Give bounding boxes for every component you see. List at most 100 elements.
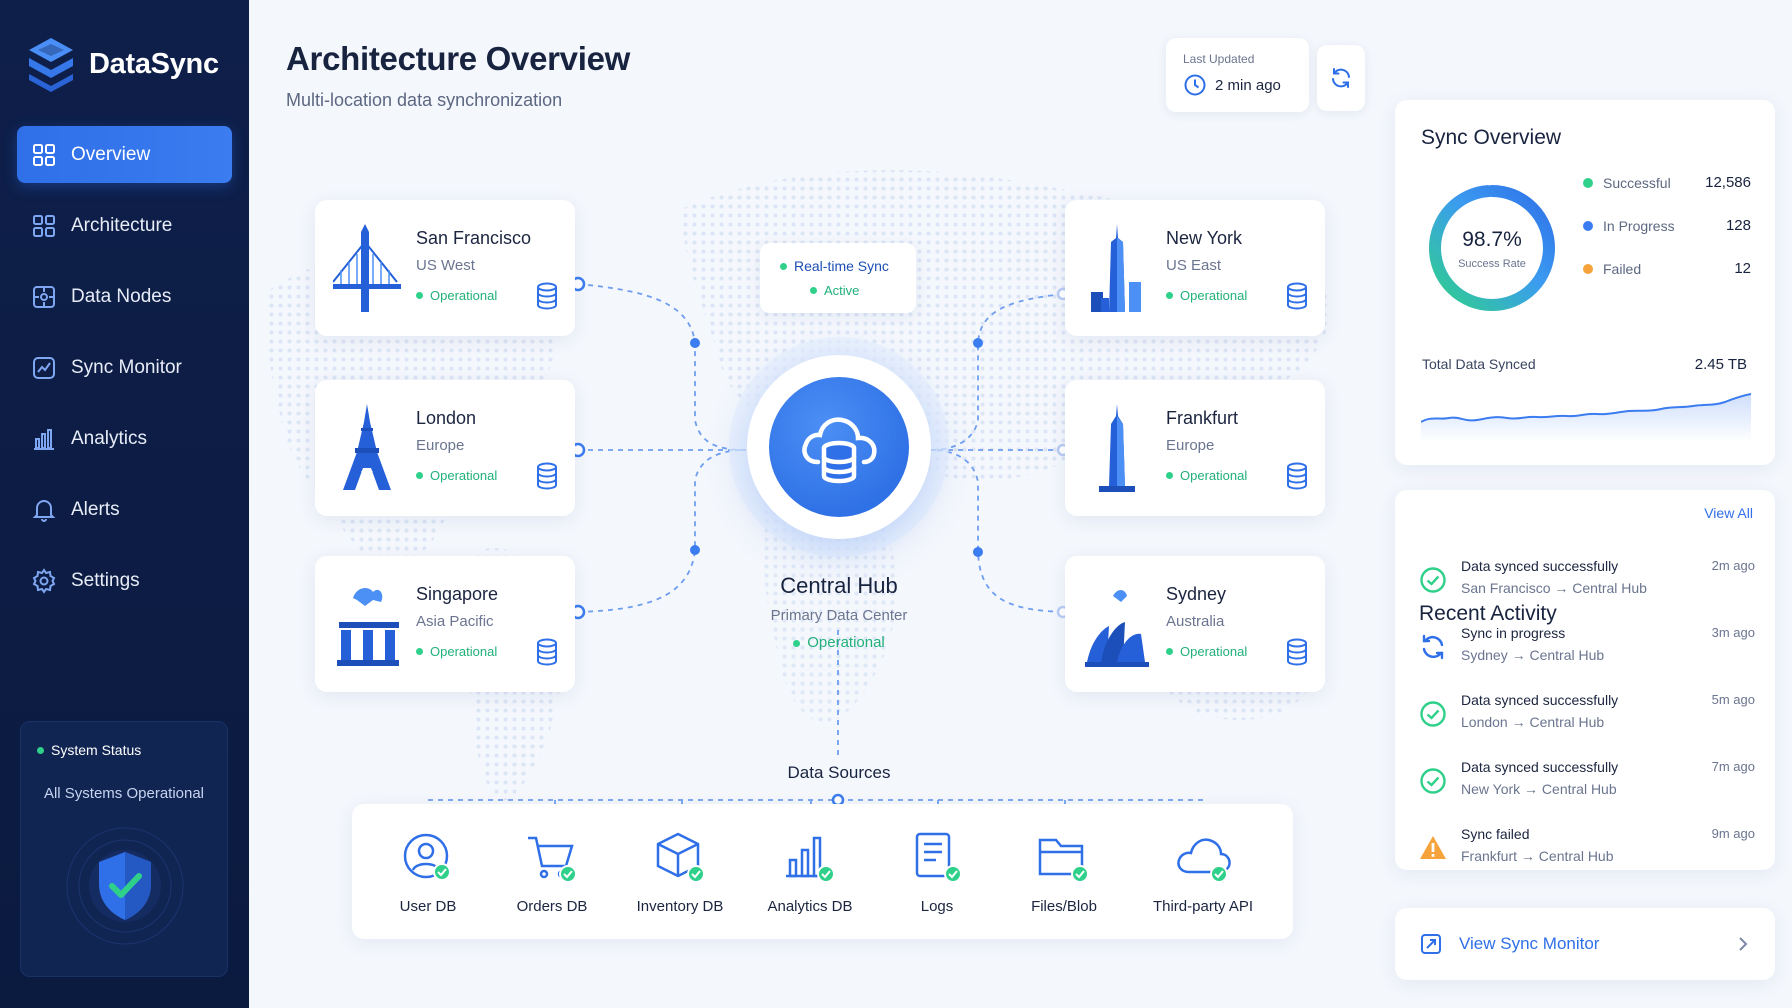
- sidebar-item-settings[interactable]: Settings: [17, 552, 232, 609]
- tower-icon: [1099, 404, 1135, 492]
- data-source-inventory-db[interactable]: Inventory DB: [615, 830, 745, 915]
- sidebar-item-label: Architecture: [71, 214, 173, 236]
- cloud-database-icon: [802, 417, 877, 484]
- central-hub[interactable]: [747, 355, 931, 539]
- data-nodes-icon: [33, 285, 55, 308]
- status-dot: [1166, 292, 1173, 299]
- node-card-frankfurt[interactable]: Frankfurt Europe Operational: [1065, 380, 1325, 516]
- node-status-text: Operational: [430, 288, 498, 303]
- node-status: Operational: [416, 644, 497, 659]
- view-sync-monitor-label: View Sync Monitor: [1459, 934, 1600, 953]
- data-source-orders-db[interactable]: Orders DB: [487, 830, 617, 915]
- activity-title: Sync in progress: [1461, 625, 1566, 641]
- opera-house-icon: [1085, 590, 1149, 667]
- refresh-icon: [1332, 68, 1350, 88]
- sidebar-item-architecture[interactable]: Architecture: [17, 197, 232, 254]
- data-source-third-party-api[interactable]: Third-party API: [1138, 830, 1268, 915]
- singapore-landmark-icon: [337, 588, 399, 666]
- realtime-sync-badge: Real-time Sync Active: [760, 243, 916, 313]
- data-source-analytics-db[interactable]: Analytics DB: [745, 830, 875, 915]
- shield-check-icon: [66, 827, 184, 945]
- database-icon: [1287, 282, 1307, 310]
- view-all-link[interactable]: View All: [1704, 505, 1753, 521]
- last-updated-card: Last Updated 2 min ago: [1166, 38, 1309, 112]
- sidebar-item-overview[interactable]: Overview: [17, 126, 232, 183]
- sidebar-item-alerts[interactable]: Alerts: [17, 481, 232, 538]
- node-name: Frankfurt: [1166, 408, 1239, 428]
- activity-item[interactable]: Data synced successfully London → Centra…: [1419, 692, 1755, 748]
- sync-icon: [1422, 634, 1444, 660]
- status-dot: [780, 262, 787, 270]
- sidebar-item-analytics[interactable]: Analytics: [17, 410, 232, 467]
- gear-icon: [32, 567, 56, 594]
- node-region: Asia Pacific: [416, 613, 494, 630]
- node-name: London: [416, 408, 477, 428]
- sidebar-nav: Overview Architecture Data Nodes Sync Mo…: [17, 126, 232, 623]
- realtime-sync-label-row: Real-time Sync: [780, 258, 889, 274]
- sidebar-item-label: Analytics: [71, 427, 148, 449]
- activity-item[interactable]: Sync failed Frankfurt → Central Hub 9m a…: [1419, 826, 1755, 882]
- node-name: New York: [1166, 228, 1243, 248]
- node-card-london[interactable]: London Europe Operational: [315, 380, 575, 516]
- status-dot: [1166, 472, 1173, 479]
- realtime-sync-label: Real-time Sync: [794, 258, 889, 274]
- system-status-text: All Systems Operational: [43, 785, 205, 802]
- system-status-card: System Status All Systems Operational: [20, 721, 228, 977]
- node-card-new-york[interactable]: New York US East Operational: [1065, 200, 1325, 336]
- activity-title: Data synced successfully: [1461, 558, 1619, 574]
- node-status-text: Operational: [1180, 644, 1248, 659]
- sidebar-item-data-nodes[interactable]: Data Nodes: [17, 268, 232, 325]
- activity-item[interactable]: Sync in progress Sydney → Central Hub 3m…: [1419, 625, 1755, 681]
- node-name: Sydney: [1166, 584, 1227, 604]
- user-icon: [403, 833, 451, 881]
- data-sources-card: User DB Orders DB Inventory DB Analytics…: [352, 804, 1293, 939]
- node-name: San Francisco: [416, 228, 532, 248]
- status-dot: [416, 472, 423, 479]
- activity-item[interactable]: Data synced successfully New York → Cent…: [1419, 759, 1755, 815]
- chevron-right-icon: [1739, 937, 1748, 951]
- data-source-label: Orders DB: [516, 898, 588, 915]
- activity-time: 2m ago: [1711, 558, 1755, 573]
- eiffel-tower-icon: [343, 404, 391, 490]
- clock-icon: [1184, 74, 1206, 96]
- architecture-icon: [33, 214, 55, 237]
- activity-item[interactable]: Data synced successfully San Francisco →…: [1419, 558, 1755, 614]
- sidebar-item-label: Settings: [71, 569, 140, 591]
- data-source-label: Third-party API: [1152, 898, 1254, 915]
- node-card-singapore[interactable]: Singapore Asia Pacific Operational: [315, 556, 575, 692]
- view-sync-monitor-button[interactable]: View Sync Monitor: [1395, 908, 1775, 980]
- data-source-user-db[interactable]: User DB: [363, 830, 493, 915]
- node-region: Australia: [1166, 613, 1225, 630]
- realtime-sync-status: Active: [824, 283, 860, 298]
- node-card-sydney[interactable]: Sydney Australia Operational: [1065, 556, 1325, 692]
- datasync-logo-icon: [29, 38, 73, 92]
- data-source-label: Analytics DB: [767, 898, 853, 915]
- refresh-button[interactable]: [1317, 45, 1365, 111]
- node-status-text: Operational: [430, 644, 498, 659]
- status-dot: [1166, 648, 1173, 655]
- node-card-san-francisco[interactable]: San Francisco US West Operational: [315, 200, 575, 336]
- activity-route: London → Central Hub: [1461, 714, 1605, 730]
- folder-icon: [1038, 838, 1089, 883]
- sidebar: DataSync Overview Architecture Data Node…: [0, 0, 249, 1008]
- database-icon: [537, 282, 557, 310]
- brand[interactable]: DataSync: [26, 36, 219, 92]
- node-name: Singapore: [416, 584, 499, 604]
- data-source-label: User DB: [399, 898, 457, 915]
- recent-activity-content: View All Data synced successfully San Fr…: [1395, 100, 1775, 1000]
- document-icon: [915, 832, 962, 883]
- activity-time: 5m ago: [1711, 692, 1755, 707]
- grid-icon: [33, 143, 55, 166]
- data-source-files-blob[interactable]: Files/Blob: [999, 830, 1129, 915]
- analytics-bars-icon: [786, 836, 835, 883]
- sidebar-item-sync-monitor[interactable]: Sync Monitor: [17, 339, 232, 396]
- node-status: Operational: [416, 468, 497, 483]
- node-region: US West: [416, 257, 475, 274]
- node-region: Europe: [1166, 437, 1215, 454]
- data-source-logs[interactable]: Logs: [872, 830, 1002, 915]
- check-circle-icon: [1420, 701, 1446, 727]
- node-region: Europe: [416, 437, 465, 454]
- skyline-icon: [1091, 224, 1141, 312]
- golden-gate-bridge-icon: [333, 224, 401, 312]
- status-dot: [37, 746, 44, 754]
